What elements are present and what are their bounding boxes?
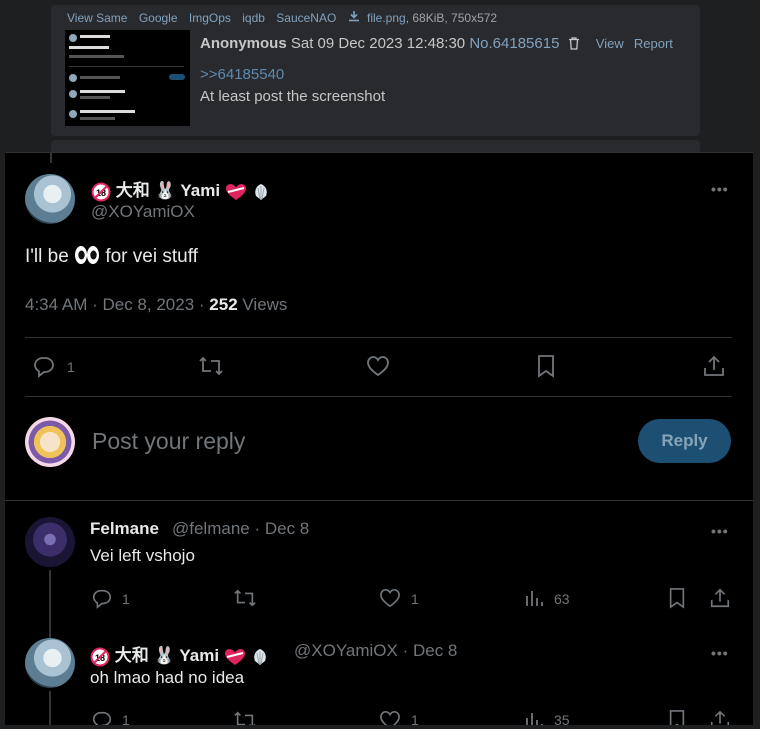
reply-icon[interactable] [91, 587, 113, 614]
google-link[interactable]: Google [139, 11, 178, 25]
view-link[interactable]: View [596, 36, 624, 51]
retweet-icon[interactable] [233, 709, 257, 725]
tweet-text-before: I'll be [25, 246, 69, 267]
thread-line [49, 691, 51, 725]
share-icon[interactable] [702, 354, 726, 383]
post-number[interactable]: No.64185615 [469, 35, 559, 52]
rabbit-icon: 🐰 [154, 181, 176, 200]
views-count: 63 [554, 591, 570, 607]
post-thumbnail[interactable] [65, 30, 190, 126]
views-icon[interactable] [524, 588, 544, 613]
avatar[interactable] [25, 517, 75, 567]
display-name-prefix: 大和 [114, 646, 149, 665]
quote-link[interactable]: >>64185540 [200, 66, 284, 83]
reply-handle[interactable]: @felmane · Dec 8 [172, 519, 309, 539]
retweet-icon[interactable] [233, 587, 257, 614]
eyes-icon [74, 245, 100, 271]
reply-input[interactable]: Post your reply [92, 428, 245, 455]
divider [25, 337, 732, 338]
saucenao-link[interactable]: SauceNAO [276, 11, 336, 25]
share-icon[interactable] [709, 587, 731, 614]
avatar[interactable] [25, 638, 75, 688]
reply-icon[interactable] [32, 354, 56, 383]
eighteen-icon: 18 [90, 647, 110, 667]
imageboard-post: View Same Google ImgOps iqdb SauceNAO fi… [51, 5, 700, 136]
display-name-main: Yami [180, 181, 221, 200]
rabbit-icon: 🐰 [153, 646, 175, 665]
retweet-icon[interactable] [198, 354, 224, 383]
bookmark-icon[interactable] [535, 354, 557, 383]
iqdb-link[interactable]: iqdb [242, 11, 265, 25]
shell-icon [253, 648, 266, 665]
views-count: 252 [209, 295, 238, 314]
like-icon[interactable] [366, 355, 390, 382]
post-info: Anonymous Sat 09 Dec 2023 12:48:30 No.64… [200, 35, 673, 54]
share-icon[interactable] [709, 709, 731, 725]
views-count: 35 [554, 712, 570, 725]
file-info: , 68KiB, 750x572 [405, 11, 498, 25]
display-name-prefix: 大和 [115, 181, 150, 200]
reply-handle[interactable]: @XOYamiOX · Dec 8 [294, 641, 457, 661]
like-icon[interactable] [379, 588, 401, 613]
post-date: Sat 09 Dec 2023 12:48:30 [290, 35, 466, 52]
reply-count: 1 [122, 712, 130, 725]
eighteen-icon: 18 [91, 182, 111, 202]
more-options-icon[interactable]: ••• [711, 645, 729, 661]
bookmark-icon[interactable] [667, 587, 687, 614]
reply-icon[interactable] [91, 709, 113, 725]
tweet-text-after: for vei stuff [105, 246, 198, 267]
views-label: Views [242, 295, 288, 314]
reply-text: Vei left vshojo [90, 546, 195, 565]
display-name[interactable]: 18 大和 🐰 Yami [91, 176, 270, 202]
reply-button[interactable]: Reply [638, 419, 731, 463]
trash-icon[interactable] [568, 37, 580, 54]
sauce-links: View Same Google ImgOps iqdb SauceNAO fi… [67, 11, 497, 25]
tweet-text: I'll be for vei stuff [25, 245, 198, 271]
like-count: 1 [411, 712, 419, 725]
twitter-screenshot: 18 大和 🐰 Yami @XOYamiOX ••• I'll be for v… [5, 152, 753, 725]
like-icon[interactable] [379, 710, 401, 725]
tweet-timestamp[interactable]: 4:34 AM · Dec 8, 2023 · [25, 295, 205, 314]
reply-count: 1 [122, 591, 130, 607]
report-link[interactable]: Report [634, 36, 673, 51]
bookmark-icon[interactable] [667, 709, 687, 725]
shell-icon [254, 183, 267, 200]
heart-ribbon-icon [225, 183, 246, 200]
thread-line [49, 570, 51, 638]
reply-text: oh lmao had no idea [90, 668, 245, 687]
divider [25, 396, 732, 397]
reply-display-name[interactable]: Felmane [90, 519, 159, 539]
divider [5, 500, 753, 501]
reply-count: 1 [67, 359, 75, 375]
post-message: At least post the screenshot [200, 88, 386, 105]
thread-line [50, 153, 52, 163]
my-avatar[interactable] [25, 417, 75, 467]
tweet-meta: 4:34 AM · Dec 8, 2023 · 252 Views [25, 295, 287, 315]
heart-ribbon-icon [224, 648, 245, 665]
avatar[interactable] [25, 174, 75, 224]
more-options-icon[interactable]: ••• [711, 523, 729, 539]
file-link[interactable]: file.png [367, 11, 406, 25]
handle[interactable]: @XOYamiOX [91, 202, 195, 222]
more-options-icon[interactable]: ••• [711, 181, 729, 197]
display-name-main: Yami [179, 646, 220, 665]
views-icon[interactable] [524, 710, 544, 725]
download-icon[interactable] [348, 11, 363, 25]
reply-display-name[interactable]: 18 大和 🐰 Yami [90, 641, 269, 667]
view-same-link[interactable]: View Same [67, 11, 127, 25]
poster-name: Anonymous [200, 35, 287, 52]
like-count: 1 [411, 591, 419, 607]
imgops-link[interactable]: ImgOps [189, 11, 231, 25]
